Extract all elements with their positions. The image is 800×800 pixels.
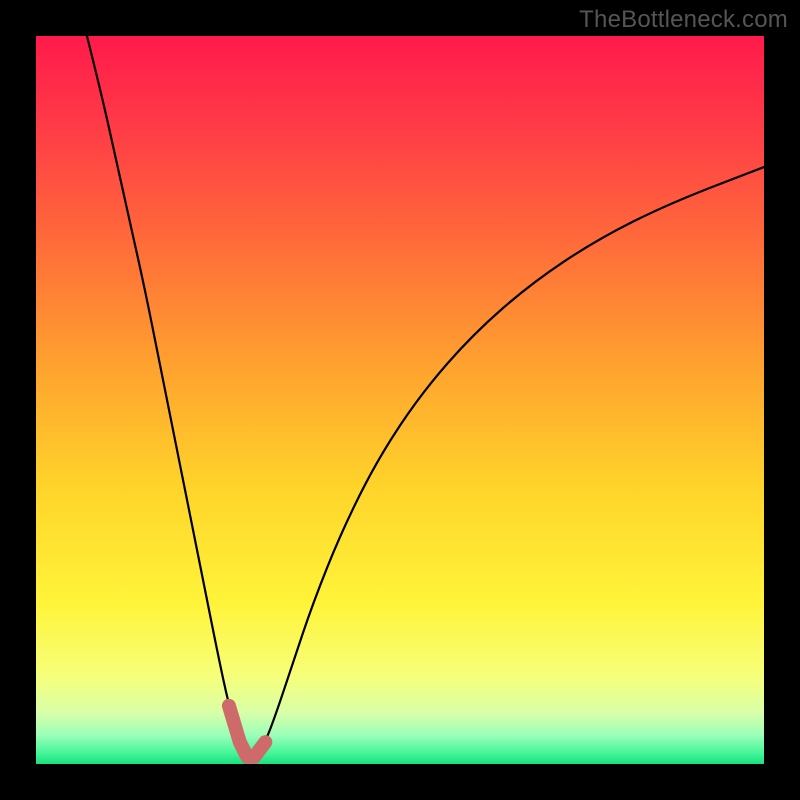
- highlight-dip: [229, 706, 265, 757]
- plot-area: [36, 36, 764, 764]
- curve-layer: [36, 36, 764, 764]
- chart-frame: TheBottleneck.com: [0, 0, 800, 800]
- bottleneck-curve: [87, 36, 764, 757]
- watermark-text: TheBottleneck.com: [579, 6, 788, 34]
